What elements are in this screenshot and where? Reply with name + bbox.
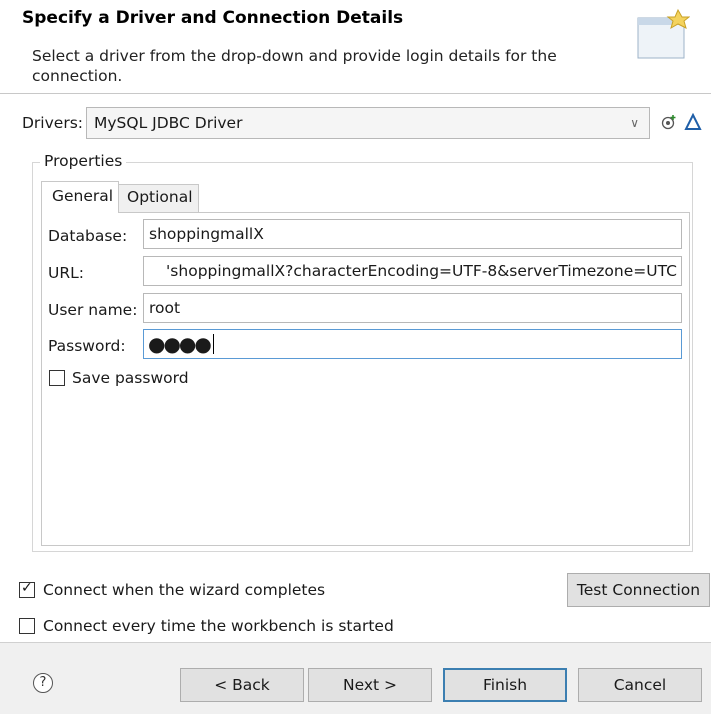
back-button[interactable]: < Back	[180, 668, 304, 702]
connect-on-finish-label: Connect when the wizard completes	[43, 581, 326, 599]
new-driver-icon[interactable]	[660, 113, 678, 131]
connect-on-finish-checkbox[interactable]: ✓	[19, 580, 35, 598]
checkmark-icon: ✓	[21, 580, 33, 596]
username-label: User name:	[48, 301, 138, 319]
text-caret	[212, 334, 214, 354]
cancel-button[interactable]: Cancel	[578, 668, 702, 702]
username-field[interactable]: root	[143, 293, 682, 323]
password-masked-value: ●●●●	[148, 332, 214, 356]
drivers-dropdown[interactable]: MySQL JDBC Driver ∨	[86, 107, 650, 139]
drivers-selected-value: MySQL JDBC Driver	[94, 114, 243, 132]
database-label: Database:	[48, 227, 128, 245]
footer-separator	[0, 642, 711, 643]
page-description: Select a driver from the drop-down and p…	[32, 47, 557, 85]
connect-on-startup-label: Connect every time the workbench is star…	[43, 617, 394, 635]
drivers-label: Drivers:	[22, 114, 83, 132]
password-field[interactable]: ●●●●	[143, 329, 682, 359]
database-field[interactable]: shoppingmallX	[143, 219, 682, 249]
password-label: Password:	[48, 337, 126, 355]
next-button[interactable]: Next >	[308, 668, 432, 702]
properties-legend: Properties	[40, 152, 127, 170]
url-value: 'shoppingmallX?characterEncoding=UTF-8&s…	[166, 262, 677, 280]
url-field[interactable]: 'shoppingmallX?characterEncoding=UTF-8&s…	[143, 256, 682, 286]
tab-optional-label: Optional	[127, 188, 193, 206]
finish-button[interactable]: Finish	[443, 668, 567, 702]
edit-driver-icon[interactable]	[684, 113, 702, 131]
connect-on-startup-checkbox[interactable]	[19, 618, 35, 634]
page-title: Specify a Driver and Connection Details	[22, 8, 404, 28]
wizard-banner-icon	[637, 8, 690, 59]
tab-general[interactable]: General	[41, 181, 119, 213]
save-password-label: Save password	[72, 369, 189, 387]
wizard-header: Specify a Driver and Connection Details …	[0, 0, 711, 94]
username-value: root	[149, 299, 181, 317]
url-label: URL:	[48, 264, 84, 282]
save-password-checkbox[interactable]	[49, 370, 65, 386]
database-value: shoppingmallX	[149, 225, 264, 243]
tab-optional[interactable]: Optional	[119, 184, 199, 212]
tab-general-label: General	[52, 187, 114, 205]
chevron-down-icon: ∨	[630, 116, 639, 130]
help-icon[interactable]: ?	[33, 673, 53, 693]
test-connection-button[interactable]: Test Connection	[567, 573, 710, 607]
